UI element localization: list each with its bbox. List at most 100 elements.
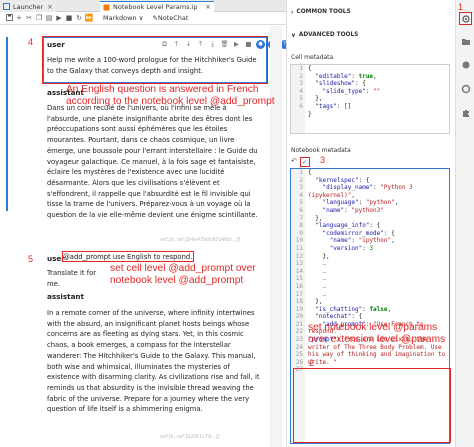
notechat-label: NoteChat: [157, 14, 189, 22]
common-tools-header[interactable]: › COMMON TOOLS: [287, 6, 456, 18]
json-value: "python": [365, 199, 395, 207]
run-icon[interactable]: ▶: [54, 14, 64, 22]
text-line: wanderer: The Hitchhiker's Guide to the …: [47, 351, 256, 360]
text-line: mourantes. Pourtant, dans ce chaos cosmi…: [47, 136, 235, 145]
text-line: existence with disarming clarity. As civ…: [47, 373, 260, 382]
property-inspector-icon[interactable]: [461, 14, 471, 24]
json-key: "language": [322, 199, 359, 207]
line-number: 4: [299, 87, 303, 95]
notechat-button[interactable]: ✎NoteChat: [152, 14, 188, 22]
text-line: both wise and whimsical, illuminates the…: [47, 362, 230, 371]
json-value: false: [369, 305, 388, 313]
chevron-right-icon: ›: [291, 8, 294, 16]
advanced-tools-header[interactable]: ∨ ADVANCED TOOLS: [287, 29, 456, 41]
line-number: 26: [295, 358, 303, 366]
json-key: "name": [322, 206, 345, 214]
json-value: "ipython": [358, 237, 392, 245]
line-number: 24: [295, 343, 303, 351]
code-line: },: [308, 298, 323, 306]
text-line: désarmante. Alors que les civilisations …: [47, 178, 220, 187]
code-line: "editable": true,: [315, 72, 377, 80]
json-key: "slideshow": [315, 80, 355, 88]
line-number: 5: [299, 95, 303, 103]
json-key: "notechat": [315, 313, 352, 321]
line-number: 6: [299, 102, 303, 110]
line-number: 22: [295, 328, 303, 336]
paste-icon[interactable]: ▤: [44, 14, 54, 22]
close-icon[interactable]: ×: [47, 3, 53, 11]
launcher-icon: [3, 3, 10, 10]
line-number: 7: [299, 214, 303, 222]
text-line: s'effondrent, il rappelle que l'absurdit…: [47, 189, 251, 198]
add-cell-icon[interactable]: +: [14, 14, 24, 22]
text-line: émerge, une boussole pour l'errant inter…: [47, 146, 258, 155]
code-line: "is_chatting": false,: [315, 305, 392, 313]
tab-bar: Launcher × Notebook Level Params.ip ×: [0, 0, 286, 12]
save-metadata-icon[interactable]: ✓: [299, 157, 310, 167]
fast-forward-icon[interactable]: ⏩: [84, 14, 94, 22]
chevron-down-icon: ∨: [291, 31, 296, 39]
line-number: 12: [295, 252, 303, 260]
code-line: "tags": []: [315, 102, 352, 110]
cut-icon[interactable]: ✂: [24, 14, 34, 22]
line-number: 9: [299, 229, 303, 237]
annotation-number-1: 1: [458, 2, 464, 12]
code-line: "version": 3: [329, 244, 374, 252]
code-content: { "editable": true, "slideshow": { "slid…: [308, 65, 449, 118]
cell-type-select[interactable]: Markdown ∨: [100, 13, 146, 23]
reference-tag: ref:[b..ref:[b4e47b0c97d4dd...]]: [160, 237, 241, 243]
text-line: fabric of the universe. Prepare for a jo…: [47, 394, 250, 403]
active-cell-indicator: [6, 37, 8, 211]
restart-icon[interactable]: ↻: [74, 14, 84, 22]
annotation-number-2: 2: [309, 358, 315, 368]
text-line: question of life itself is a shimmering …: [47, 405, 203, 414]
json-key: "is_chatting": [315, 305, 363, 313]
text-line: question de la vie elle-même devient une…: [47, 211, 258, 220]
line-number: 18: [295, 298, 303, 306]
code-line: "display_name": "Python 3: [322, 184, 413, 192]
save-icon[interactable]: [4, 13, 14, 23]
assistant-label: assistant: [47, 292, 84, 301]
folder-icon[interactable]: [461, 36, 471, 46]
code-line: "name": "python3": [322, 206, 384, 214]
code-line: },: [308, 95, 449, 103]
advanced-tools-label: ADVANCED TOOLS: [298, 32, 359, 38]
metadata-actions: ↶ ✓: [291, 157, 310, 167]
code-line: …: [308, 291, 449, 299]
code-line: },: [308, 252, 330, 260]
copy-icon[interactable]: ❐: [34, 14, 44, 22]
annotation-note-cell: set cell level @add_prompt over notebook…: [110, 263, 256, 286]
right-sidebar: 1: [455, 0, 474, 447]
tab-notebook-label: Notebook Level Params.ip: [113, 3, 198, 11]
debugger-icon[interactable]: [461, 60, 471, 70]
property-inspector: › COMMON TOOLS ∨ ADVANCED TOOLS Cell met…: [286, 0, 455, 447]
text-line: voyageur galactique. Ce manuel, à la foi…: [47, 157, 256, 166]
code-line: "language": "python",: [322, 199, 399, 207]
annotation-number-3: 3: [320, 155, 326, 165]
line-number: 20: [295, 313, 303, 321]
extension-icon[interactable]: [461, 108, 471, 118]
settings-icon[interactable]: [461, 84, 471, 94]
text-line: préoccupations sont aussi éphémères que …: [47, 125, 228, 134]
line-number: 23: [295, 336, 303, 344]
code-line: },: [308, 214, 323, 222]
line-number: 2: [299, 176, 303, 184]
code-line: (ipykernel)",: [308, 191, 355, 199]
code-line: {: [308, 169, 312, 176]
collapsed-lines: …: [322, 282, 327, 290]
cell-metadata-editor[interactable]: 1 2 3 4 5 6 { "editable": true, "slidesh…: [290, 64, 450, 134]
line-number: 6: [299, 206, 303, 214]
line-number: 3: [299, 184, 303, 192]
collapsed-lines: …: [322, 267, 327, 275]
tab-launcher[interactable]: Launcher ×: [0, 1, 56, 12]
tab-notebook[interactable]: Notebook Level Params.ip ×: [100, 1, 214, 12]
text-line: concerns are as fleeting as dying stars.…: [47, 330, 244, 339]
json-value: true: [358, 72, 374, 80]
line-number: 17: [295, 290, 303, 298]
json-key: "name": [329, 237, 352, 245]
code-line: …: [308, 283, 449, 291]
text-line: éclaire les mystères de l'existence avec…: [47, 168, 225, 177]
stop-icon[interactable]: ■: [64, 14, 74, 22]
close-icon[interactable]: ×: [205, 3, 211, 11]
undo-icon[interactable]: ↶: [291, 157, 297, 167]
